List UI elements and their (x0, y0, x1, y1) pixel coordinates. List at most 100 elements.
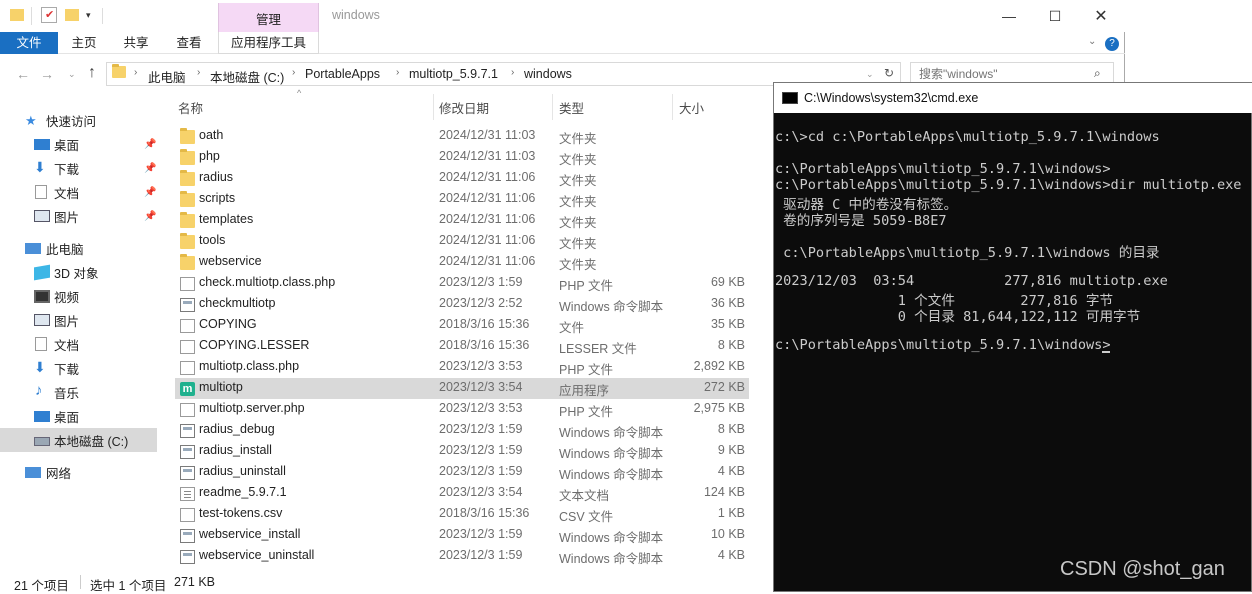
forward-arrow-icon[interactable]: → (40, 66, 54, 82)
file-type: 文件夹 (559, 153, 597, 167)
file-size: 36 KB (710, 296, 745, 310)
file-date: 2024/12/31 11:06 (439, 191, 536, 205)
status-selected-count: 选中 1 个项目 (90, 579, 167, 593)
nav-pictures-2[interactable]: 图片 (0, 308, 157, 332)
refresh-icon[interactable]: ↻ (884, 66, 894, 80)
file-name: radius_install (199, 443, 272, 457)
file-size: 69 KB (710, 275, 745, 289)
file-name: COPYING.LESSER (199, 338, 310, 352)
recent-locations-icon[interactable]: ⌄ (68, 69, 76, 80)
cmd-line: 2023/12/03 03:54 277,816 multiotp.exe (775, 273, 1168, 289)
search-input[interactable] (919, 67, 1089, 81)
column-divider[interactable] (433, 94, 434, 120)
pin-icon[interactable]: 📌 (144, 187, 156, 198)
customize-toolbar-icon[interactable]: ▾ (86, 10, 102, 26)
breadcrumb-separator[interactable]: › (292, 67, 295, 78)
breadcrumb-this-pc[interactable]: 此电脑 (148, 67, 186, 86)
nav-label: 桌面 (54, 138, 80, 153)
new-folder-icon[interactable] (65, 9, 79, 21)
manage-tab-label[interactable]: 管理 (218, 9, 319, 28)
star-icon: ★ (25, 113, 37, 128)
nav-label: 下载 (54, 362, 80, 377)
nav-label: 图片 (54, 314, 80, 329)
pictures-icon (34, 314, 50, 326)
breadcrumb-portableapps[interactable]: PortableApps (305, 67, 380, 81)
breadcrumb-separator[interactable]: › (197, 67, 200, 78)
close-button[interactable]: ✕ (1078, 0, 1124, 32)
column-header-date[interactable]: 修改日期 (439, 98, 489, 117)
tab-view[interactable]: 查看 (167, 32, 211, 54)
file-date: 2023/12/3 1:59 (439, 443, 523, 457)
breadcrumb-separator[interactable]: › (511, 67, 514, 78)
nav-pictures[interactable]: 图片 📌 (0, 204, 157, 228)
nav-documents-2[interactable]: 文档 (0, 332, 157, 356)
nav-3d-objects[interactable]: 3D 对象 (0, 260, 157, 284)
nav-downloads[interactable]: ⬇ 下载 📌 (0, 156, 157, 180)
folder-icon (180, 191, 195, 207)
pin-icon[interactable]: 📌 (144, 139, 156, 150)
file-type: 文件夹 (559, 132, 597, 146)
column-header-name[interactable]: 名称 (178, 98, 203, 117)
help-icon[interactable]: ? (1105, 37, 1119, 51)
back-arrow-icon[interactable]: ← (16, 66, 30, 82)
file-type: 文件夹 (559, 258, 597, 272)
nav-network[interactable]: 网络 (0, 460, 157, 484)
3d-objects-icon (34, 264, 50, 281)
nav-downloads-2[interactable]: ⬇ 下载 (0, 356, 157, 380)
cmd-window[interactable]: C:\Windows\system32\cmd.exe c:\>cd c:\Po… (773, 82, 1252, 592)
file-date: 2018/3/16 15:36 (439, 506, 530, 520)
nav-label: 此电脑 (46, 242, 84, 257)
column-divider[interactable] (672, 94, 673, 120)
up-arrow-icon[interactable]: ↑ (88, 64, 96, 82)
network-icon (25, 467, 41, 478)
nav-music[interactable]: ♪ 音乐 (0, 380, 157, 404)
tab-app-tools[interactable]: 应用程序工具 (218, 32, 319, 54)
column-header-type[interactable]: 类型 (559, 98, 584, 117)
nav-label: 下载 (54, 162, 80, 177)
folder-icon (180, 254, 195, 270)
file-type: CSV 文件 (559, 510, 614, 524)
breadcrumb-local-disk[interactable]: 本地磁盘 (C:) (210, 67, 284, 86)
minimize-button[interactable]: — (986, 0, 1032, 32)
breadcrumb-windows[interactable]: windows (524, 67, 572, 81)
nav-videos[interactable]: 视频 (0, 284, 157, 308)
nav-label: 文档 (54, 186, 80, 201)
file-size: 9 KB (717, 443, 745, 457)
expand-ribbon-icon[interactable]: ⌄ (1088, 36, 1096, 47)
properties-icon[interactable]: ✔ (41, 7, 57, 23)
download-icon: ⬇ (34, 359, 46, 375)
nav-desktop-2[interactable]: 桌面 (0, 404, 157, 428)
column-divider[interactable] (552, 94, 553, 120)
pin-icon[interactable]: 📌 (144, 163, 156, 174)
maximize-button[interactable]: ☐ (1032, 0, 1078, 32)
breadcrumb-separator[interactable]: › (396, 67, 399, 78)
folder-icon[interactable] (10, 9, 24, 21)
nav-this-pc[interactable]: 此电脑 (0, 236, 157, 260)
file-type: 文件 (559, 321, 585, 335)
tab-file[interactable]: 文件 (0, 32, 58, 54)
file-name: webservice (199, 254, 262, 268)
address-dropdown-icon[interactable]: ⌄ (866, 69, 874, 80)
tab-home[interactable]: 主页 (62, 32, 106, 54)
file-date: 2024/12/31 11:03 (439, 149, 536, 163)
breadcrumb-multiotp[interactable]: multiotp_5.9.7.1 (409, 67, 498, 81)
folder-icon (180, 233, 195, 249)
folder-icon (180, 170, 195, 186)
nav-quick-access[interactable]: ★ 快速访问 (0, 108, 157, 132)
file-name: webservice_uninstall (199, 548, 315, 562)
file-name: radius (199, 170, 234, 184)
tab-share[interactable]: 共享 (114, 32, 158, 54)
column-header-size[interactable]: 大小 (679, 98, 704, 117)
cmd-line: c:\PortableApps\multiotp_5.9.7.1\windows… (775, 177, 1242, 193)
pin-icon[interactable]: 📌 (144, 211, 156, 222)
music-icon: ♪ (35, 382, 43, 399)
search-icon[interactable]: ⌕ (1094, 66, 1101, 81)
nav-local-disk[interactable]: 本地磁盘 (C:) (0, 428, 157, 452)
nav-documents[interactable]: 文档 📌 (0, 180, 157, 204)
cmd-line: c:\PortableApps\multiotp_5.9.7.1\windows… (775, 337, 1111, 353)
nav-desktop[interactable]: 桌面 📌 (0, 132, 157, 156)
file-type: Windows 命令脚本 (559, 300, 664, 314)
breadcrumb-separator[interactable]: › (134, 67, 137, 78)
cmd-title-bar[interactable]: C:\Windows\system32\cmd.exe (774, 83, 1252, 113)
file-date: 2018/3/16 15:36 (439, 338, 530, 352)
